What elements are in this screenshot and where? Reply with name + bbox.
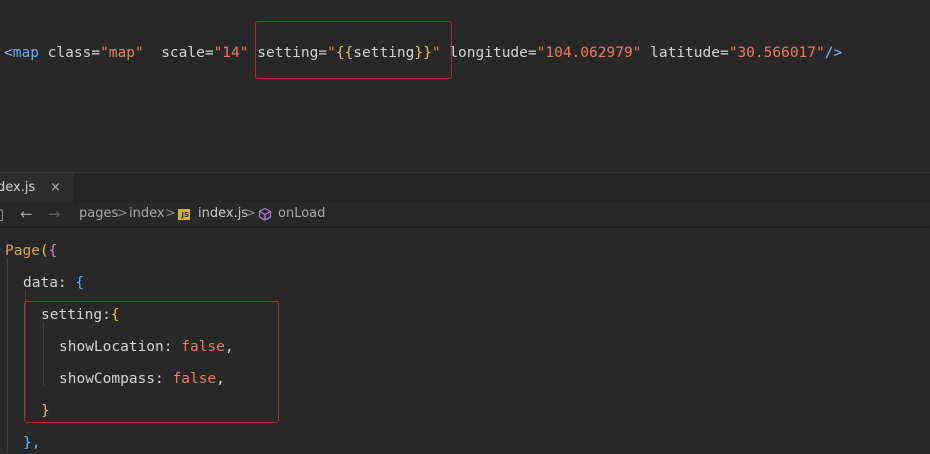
brace-open: {: [48, 243, 58, 259]
close-icon[interactable]: ×: [50, 173, 61, 203]
breadcrumb: ▯ ← → pages > index > JS index.js > onLo…: [0, 202, 930, 226]
tag-name: map: [12, 45, 39, 61]
setting-brace-close: }: [41, 403, 50, 419]
setting-variable: setting: [353, 45, 415, 61]
arrow-left-icon[interactable]: ←: [20, 202, 33, 226]
show-location-value: false: [181, 339, 225, 355]
code-line-4: showLocation: false,: [59, 336, 234, 358]
code-line-2: data: {: [23, 272, 84, 294]
breadcrumb-item-index[interactable]: index: [129, 202, 165, 226]
attr-scale-value: "14": [213, 45, 249, 61]
tag-self-close: />: [824, 45, 843, 61]
panel-toggle-icon[interactable]: ▯: [0, 202, 4, 226]
editor-tab-bar: dex.js ×: [0, 172, 930, 203]
attr-longitude: longitude=: [449, 45, 537, 61]
attr-latitude: latitude=: [650, 45, 729, 61]
tag-open-bracket: <: [4, 45, 13, 61]
breadcrumb-item-file[interactable]: index.js: [198, 202, 248, 226]
code-line-6: }: [41, 400, 50, 422]
code-line-3: setting:{: [41, 304, 120, 326]
tab-label: dex.js: [0, 180, 36, 195]
data-key: data:: [23, 275, 67, 291]
attr-class: class=: [47, 45, 101, 61]
show-compass-value: false: [172, 371, 217, 387]
data-brace-close: },: [23, 435, 41, 451]
wxml-map-line: <map class="map" scale="14" setting="{{s…: [4, 43, 842, 63]
attr-scale: scale=: [161, 45, 214, 61]
js-editor-pane[interactable]: Page({ data: { setting:{ showLocation: f…: [0, 228, 930, 451]
breadcrumb-separator: >: [117, 206, 128, 221]
attr-class-value: "map": [100, 45, 144, 61]
setting-brace-open: {{: [335, 45, 354, 61]
setting-quote-open: ": [327, 45, 336, 61]
code-line-5: showCompass: false,: [59, 368, 225, 390]
code-line-1: Page({: [5, 240, 57, 262]
breadcrumb-item-onload[interactable]: onLoad: [278, 202, 325, 226]
show-location-key: showLocation:: [59, 339, 173, 355]
setting-key: setting:: [41, 307, 111, 323]
setting-brace-open: {: [110, 307, 120, 323]
wxml-editor-pane: <map class="map" scale="14" setting="{{s…: [0, 0, 930, 172]
comma: ,: [224, 339, 234, 355]
page-function: Page: [5, 243, 40, 259]
breadcrumb-separator: >: [165, 206, 176, 221]
setting-quote-close: ": [431, 45, 441, 61]
attr-setting: setting=: [257, 45, 328, 61]
show-compass-key: showCompass:: [59, 371, 164, 387]
data-brace-open: {: [75, 275, 85, 291]
indent-guide: [43, 322, 44, 386]
breadcrumb-separator: >: [245, 206, 256, 221]
comma: ,: [216, 371, 225, 387]
setting-brace-close: }}: [414, 45, 432, 61]
tab-index-js[interactable]: dex.js ×: [0, 173, 75, 203]
attr-latitude-value: "30.566017": [728, 45, 825, 61]
arrow-right-icon[interactable]: →: [48, 202, 61, 226]
method-cube-icon: [258, 207, 272, 221]
paren-open: (: [39, 243, 49, 259]
indent-guide: [25, 290, 26, 418]
indent-guide: [7, 258, 8, 451]
js-file-icon: JS: [178, 209, 190, 220]
breadcrumb-item-pages[interactable]: pages: [79, 202, 118, 226]
attr-longitude-value: "104.062979": [536, 45, 642, 61]
